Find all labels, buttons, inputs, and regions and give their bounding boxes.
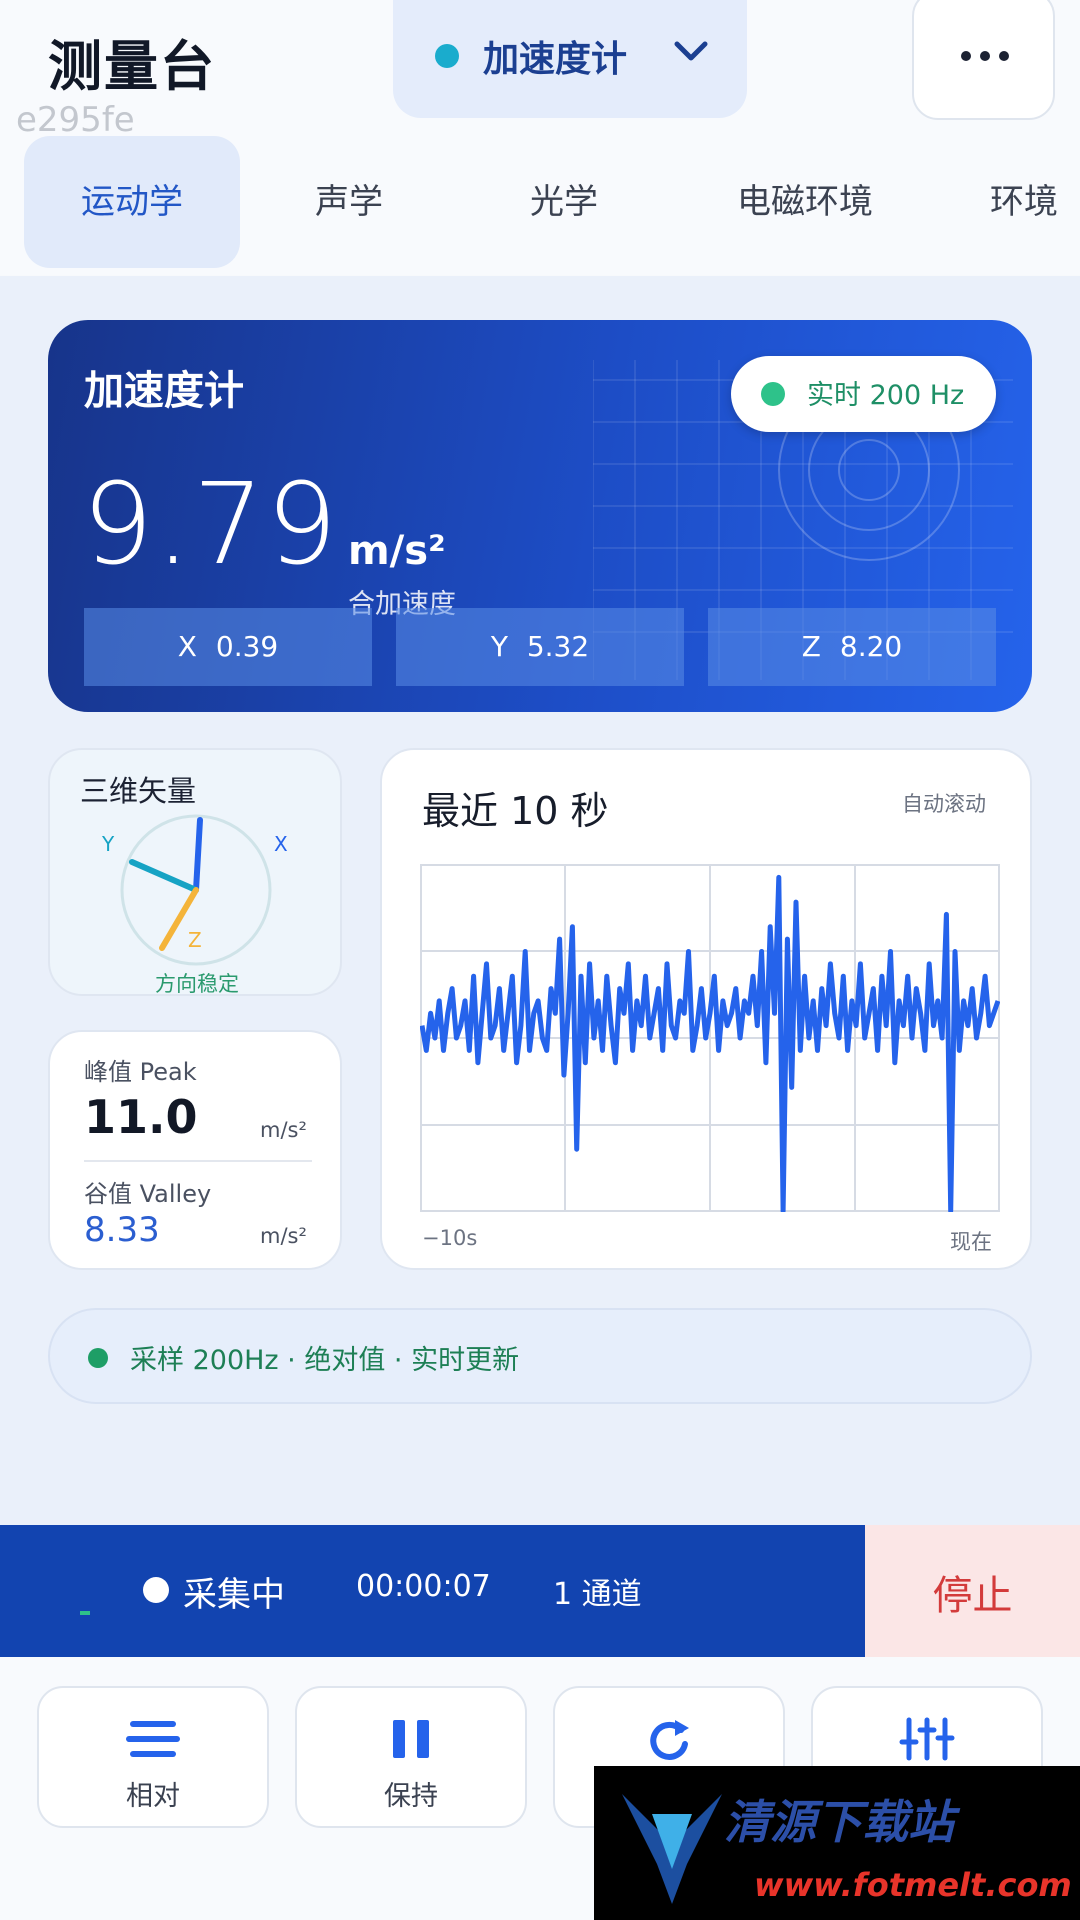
recording-bar: 采集中 00:00:07 1 通道 bbox=[0, 1525, 865, 1657]
peak-unit: m/s² bbox=[260, 1118, 307, 1142]
chart-x-start-label: −10s bbox=[422, 1226, 478, 1250]
recording-dot bbox=[143, 1577, 169, 1603]
app-header: 测量台 e295fe 加速度计 运动学 声学 光学 电磁环境 环境 bbox=[0, 0, 1080, 275]
recording-channels: 1 通道 bbox=[553, 1577, 642, 1612]
sampling-status-dot bbox=[88, 1348, 108, 1368]
relative-icon bbox=[126, 1721, 180, 1757]
watermark-url: www.fotmelt.com bbox=[754, 1866, 1072, 1904]
waveform-plot bbox=[420, 864, 1000, 1212]
category-tabs: 运动学 声学 光学 电磁环境 环境 bbox=[0, 136, 1080, 268]
valley-label: 谷值 Valley bbox=[84, 1180, 212, 1208]
app-title: 测量台 bbox=[48, 35, 216, 98]
hold-button-label: 保持 bbox=[384, 1781, 438, 1812]
sampling-status-strip: 采样 200Hz · 绝对值 · 实时更新 bbox=[48, 1308, 1032, 1404]
hold-button[interactable]: 保持 bbox=[295, 1686, 527, 1828]
relative-button-label: 相对 bbox=[126, 1781, 180, 1812]
tab-electromagnetic[interactable]: 电磁环境 bbox=[700, 136, 910, 268]
auto-scroll-label[interactable]: 自动滚动 bbox=[902, 788, 986, 818]
recording-state: 采集中 bbox=[183, 1575, 285, 1615]
tab-kinematics[interactable]: 运动学 bbox=[24, 136, 240, 268]
vector-y-label: Y bbox=[102, 832, 115, 856]
sliders-icon bbox=[899, 1717, 955, 1761]
divider bbox=[84, 1160, 312, 1162]
chevron-down-icon bbox=[674, 41, 708, 61]
peak-value: 11.0 bbox=[84, 1090, 198, 1144]
tab-acoustics[interactable]: 声学 bbox=[265, 136, 433, 268]
pause-icon bbox=[393, 1720, 429, 1758]
stop-button[interactable]: 停止 bbox=[865, 1525, 1080, 1657]
sensor-dropdown-label: 加速度计 bbox=[483, 39, 628, 80]
peak-label: 峰值 Peak bbox=[84, 1058, 197, 1086]
watermark-overlay: 清源下载站 www.fotmelt.com bbox=[594, 1766, 1080, 1920]
tab-environment[interactable]: 环境 bbox=[990, 136, 1080, 268]
more-menu-button[interactable] bbox=[912, 0, 1055, 120]
axis-y-value: 5.32 bbox=[526, 630, 590, 663]
valley-unit: m/s² bbox=[260, 1224, 307, 1248]
axis-x-readout: X 0.39 bbox=[84, 608, 372, 686]
sampling-status-text: 采样 200Hz · 绝对值 · 实时更新 bbox=[130, 1345, 520, 1376]
vector-card: 三维矢量 X Y Z 方向稳定 bbox=[48, 748, 342, 996]
live-rate-badge: 实时 200 Hz bbox=[731, 356, 996, 432]
axis-y-readout: Y 5.32 bbox=[396, 608, 684, 686]
resultant-acceleration-value: 9.79 bbox=[82, 460, 340, 590]
signal-mark bbox=[80, 1611, 90, 1615]
stop-button-label: 停止 bbox=[932, 1573, 1013, 1619]
live-indicator-dot bbox=[761, 382, 785, 406]
more-icon bbox=[961, 51, 1009, 61]
axis-z-value: 8.20 bbox=[839, 630, 903, 663]
accelerometer-hero-card: 加速度计 实时 200 Hz 9.79 m/s² 合加速度 X 0.39 Y 5… bbox=[48, 320, 1032, 712]
vector-dial bbox=[120, 814, 272, 966]
tab-optics[interactable]: 光学 bbox=[480, 136, 648, 268]
waveform-chart-card: 最近 10 秒 自动滚动 −10s 现在 bbox=[380, 748, 1032, 1270]
axis-y-label: Y bbox=[490, 630, 508, 663]
valley-value: 8.33 bbox=[84, 1210, 160, 1250]
vector-z-label: Z bbox=[188, 928, 202, 952]
app-id-label: e295fe bbox=[16, 100, 135, 140]
chart-x-end-label: 现在 bbox=[950, 1230, 992, 1254]
watermark-logo-icon bbox=[622, 1794, 722, 1904]
sensor-dropdown[interactable]: 加速度计 bbox=[393, 0, 747, 118]
axis-z-label: Z bbox=[801, 630, 821, 663]
resultant-acceleration-unit: m/s² bbox=[348, 528, 446, 574]
relative-button[interactable]: 相对 bbox=[37, 1686, 269, 1828]
vector-x-label: X bbox=[274, 832, 288, 856]
watermark-name: 清源下载站 bbox=[724, 1795, 954, 1849]
sensor-status-dot bbox=[435, 44, 459, 68]
axis-x-value: 0.39 bbox=[215, 630, 279, 663]
peak-valley-card: 峰值 Peak 11.0 m/s² 谷值 Valley 8.33 m/s² bbox=[48, 1030, 342, 1270]
reset-icon bbox=[650, 1720, 689, 1760]
hero-title: 加速度计 bbox=[84, 368, 244, 414]
chart-title: 最近 10 秒 bbox=[422, 789, 609, 833]
recording-timer: 00:00:07 bbox=[356, 1569, 491, 1604]
live-rate-label: 实时 200 Hz bbox=[807, 380, 965, 411]
axis-x-label: X bbox=[177, 630, 197, 663]
axis-z-readout: Z 8.20 bbox=[708, 608, 996, 686]
vector-status: 方向稳定 bbox=[155, 972, 239, 996]
